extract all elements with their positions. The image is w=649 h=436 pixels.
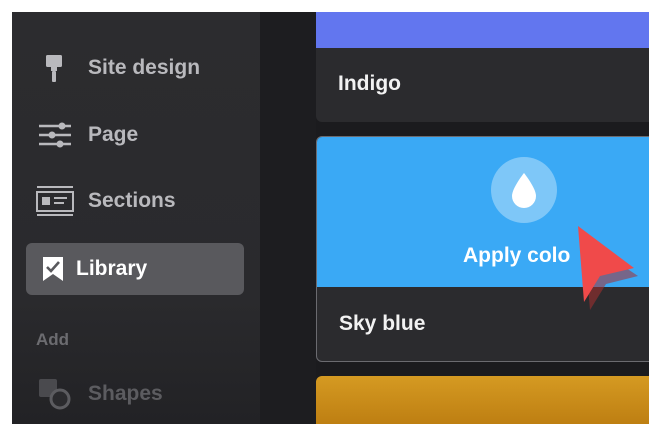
apply-color-button[interactable] xyxy=(491,157,557,223)
app-frame: Site design Page Sections Library Add Sh… xyxy=(12,12,649,424)
sidebar-item-sections[interactable]: Sections xyxy=(26,175,244,227)
sliders-icon xyxy=(36,116,74,154)
color-name: Sky blue xyxy=(339,312,426,335)
add-section-heading: Add xyxy=(36,330,70,349)
sidebar: Site design Page Sections Library Add Sh… xyxy=(12,12,260,424)
sidebar-item-library[interactable]: Library xyxy=(26,243,244,295)
color-swatch xyxy=(316,12,649,48)
section-layout-icon xyxy=(36,182,74,220)
sidebar-item-label: Shapes xyxy=(88,382,163,405)
sidebar-item-label: Site design xyxy=(88,56,201,79)
bookmark-check-icon xyxy=(38,250,68,288)
panel-gutter xyxy=(260,12,316,424)
sidebar-item-label: Library xyxy=(76,257,148,280)
sidebar-item-page[interactable]: Page xyxy=(26,109,244,161)
water-drop-icon xyxy=(512,173,536,208)
sidebar-item-shapes[interactable]: Shapes xyxy=(26,368,244,420)
sidebar-item-site-design[interactable]: Site design xyxy=(26,42,244,94)
paint-roller-icon xyxy=(36,49,74,87)
apply-color-label: Apply colo xyxy=(463,244,571,267)
shapes-icon xyxy=(36,375,74,413)
color-name: Indigo xyxy=(338,72,401,95)
sidebar-item-label: Page xyxy=(88,123,139,146)
pointer-cursor-icon xyxy=(578,226,638,310)
sidebar-item-label: Sections xyxy=(88,189,176,212)
color-card-indigo[interactable]: Indigo xyxy=(316,12,649,122)
color-card-gold[interactable] xyxy=(316,376,649,424)
